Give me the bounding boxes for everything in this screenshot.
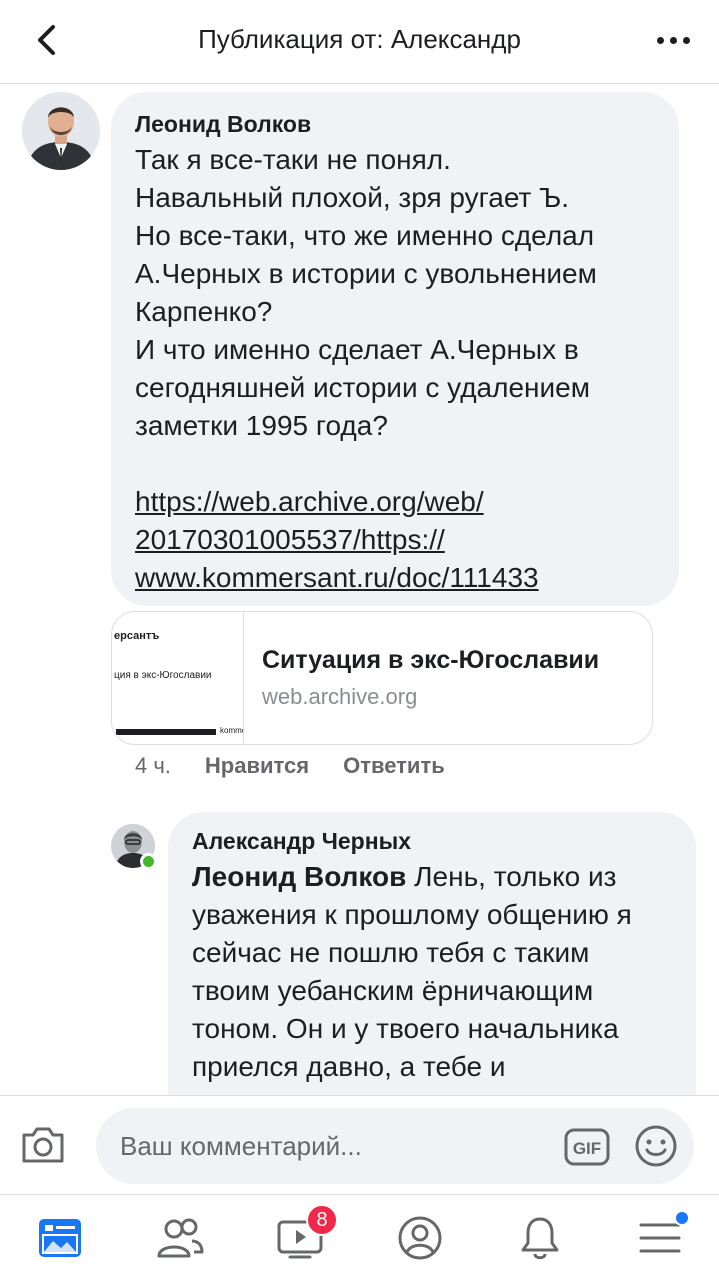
- gif-icon: GIF: [564, 1128, 610, 1166]
- camera-button[interactable]: [18, 1122, 68, 1168]
- more-dots-icon: [656, 36, 664, 44]
- news-feed-icon: [39, 1219, 81, 1257]
- link-preview-thumbnail: ерсантъ ция в экс-Югославии komme: [112, 612, 244, 744]
- nav-notifications[interactable]: [510, 1208, 570, 1268]
- comment-text: Леонид Волков Лень, только из уважения к…: [192, 858, 672, 1086]
- nav-profile[interactable]: [390, 1208, 450, 1268]
- top-bar: Публикация от: Александр: [0, 0, 719, 84]
- comment-bubble[interactable]: Леонид Волков Так я все-таки не понял. Н…: [111, 92, 679, 606]
- like-button[interactable]: Нравится: [205, 753, 309, 779]
- comment-actions: 4 ч. Нравится Ответить: [135, 751, 479, 781]
- link-preview-card[interactable]: ерсантъ ция в экс-Югославии komme Ситуац…: [111, 611, 653, 745]
- gif-label: GIF: [573, 1139, 601, 1158]
- comment-link[interactable]: https://web.archive.org/web/ 20170301005…: [135, 483, 655, 597]
- avatar-leonid-volkov[interactable]: [22, 92, 100, 170]
- comment-timestamp[interactable]: 4 ч.: [135, 753, 171, 779]
- back-button[interactable]: [28, 20, 64, 60]
- nav-news-feed[interactable]: [30, 1208, 90, 1268]
- comment-bubble[interactable]: Александр Черных Леонид Волков Лень, тол…: [168, 812, 696, 1095]
- smiley-icon: [635, 1125, 677, 1167]
- profile-photo: [22, 92, 100, 170]
- link-preview-domain: web.archive.org: [262, 684, 418, 709]
- thumbnail-headline: ция в экс-Югославии: [114, 670, 212, 681]
- friends-icon: [157, 1218, 204, 1258]
- more-options-button[interactable]: [649, 24, 697, 56]
- hamburger-menu-icon: [639, 1223, 681, 1253]
- profile-icon: [398, 1216, 442, 1260]
- menu-notification-dot: [674, 1210, 690, 1226]
- camera-icon: [22, 1127, 64, 1163]
- online-status-indicator: [140, 853, 157, 870]
- thumbnail-small-text: komme: [220, 726, 244, 735]
- comments-thread[interactable]: Леонид Волков Так я все-таки не понял. Н…: [0, 85, 719, 1095]
- page-title: Публикация от: Александр: [198, 24, 521, 54]
- bottom-navigation: 8: [0, 1196, 719, 1280]
- comment-author[interactable]: Александр Черных: [192, 826, 672, 856]
- comment-composer: GIF: [0, 1095, 719, 1195]
- thumbnail-brand: ерсантъ: [114, 630, 160, 642]
- emoji-button[interactable]: [632, 1122, 680, 1170]
- reply-button[interactable]: Ответить: [343, 753, 445, 779]
- comment-body: Лень, только из уважения к прошлому обще…: [192, 861, 632, 1082]
- comment-text: Так я все-таки не понял. Навальный плохо…: [135, 144, 597, 441]
- comment-mention[interactable]: Леонид Волков: [192, 861, 406, 892]
- comment-author[interactable]: Леонид Волков: [135, 109, 655, 139]
- gif-button[interactable]: GIF: [562, 1126, 612, 1168]
- bell-icon: [521, 1217, 559, 1260]
- link-preview-title: Ситуация в экс-Югославии: [262, 646, 600, 674]
- nav-friends[interactable]: [150, 1208, 210, 1268]
- chevron-left-icon: [38, 25, 55, 55]
- notification-badge: 8: [306, 1204, 338, 1236]
- thumbnail-bar: [116, 729, 216, 735]
